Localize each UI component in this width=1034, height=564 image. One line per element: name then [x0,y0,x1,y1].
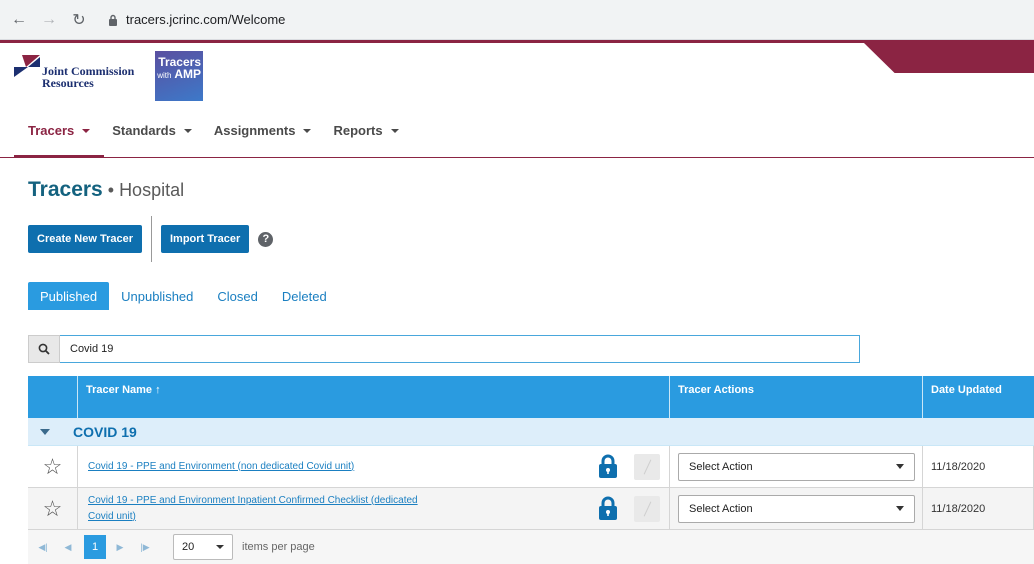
tab-published[interactable]: Published [28,282,110,310]
help-icon[interactable]: ? [258,231,274,247]
chevron-down-icon [183,128,192,133]
table-row: ☆ Covid 19 - PPE and Environment Inpatie… [28,488,1034,530]
search-bar: Covid 19 [28,335,860,363]
action-bar: Create New Tracer Import Tracer ? [28,216,274,262]
joint-commission-logo[interactable]: Joint Commission Resources [14,55,134,89]
secure-lock-icon [109,14,117,26]
header-date-updated[interactable]: Date Updated [923,376,1034,418]
page-title-main: Tracers [28,178,103,201]
tracer-link[interactable]: Covid 19 - PPE and Environment (non dedi… [88,459,438,475]
per-page-dropdown[interactable]: 20 [173,534,233,560]
edit-pencil-icon [634,496,660,522]
nav-reports[interactable]: Reports [333,104,399,157]
search-button[interactable] [28,335,60,363]
chevron-down-icon [216,545,224,549]
favorite-star-icon[interactable]: ☆ [28,488,78,529]
divider [151,216,152,262]
per-page-label: items per page [242,541,315,553]
edit-pencil-icon [634,454,660,480]
tracer-action-cell: Select Action [670,446,923,487]
title-separator: • [107,180,115,200]
date-updated-cell: 11/18/2020 [923,488,1034,529]
pagination: ◀| ◀ 1 ▶ |▶ 20 items per page [28,530,1034,564]
chevron-down-icon [82,128,91,133]
chevron-down-icon [896,506,904,511]
brand-header: Joint Commission Resources Tracers with … [0,40,1034,104]
header-favorite [28,376,78,418]
browser-toolbar: ← → ↻ tracers.jcrinc.com/Welcome [0,0,1034,40]
import-tracer-button[interactable]: Import Tracer [161,225,250,253]
tracer-table: Tracer Name ↑ Tracer Actions Date Update… [28,376,1034,564]
lock-icon[interactable] [598,454,618,478]
nav-reports-label: Reports [333,123,383,138]
next-page-icon[interactable]: ▶ [109,535,131,559]
header-tracer-name-label: Tracer Name [86,384,153,396]
jcr-mark-icon [14,55,40,77]
prev-page-icon[interactable]: ◀ [57,535,79,559]
first-page-icon[interactable]: ◀| [32,535,54,559]
select-action-label: Select Action [689,460,753,473]
group-row[interactable]: COVID 19 [28,418,1034,446]
chevron-down-icon [303,128,312,133]
select-action-dropdown[interactable]: Select Action [678,452,915,481]
tracer-link[interactable]: Covid 19 - PPE and Environment Inpatient… [88,493,438,525]
create-new-tracer-button[interactable]: Create New Tracer [28,225,142,253]
nav-standards-label: Standards [112,123,176,138]
status-tabs: Published Unpublished Closed Deleted [28,282,339,310]
favorite-star-icon[interactable]: ☆ [28,446,78,487]
header-tracer-actions[interactable]: Tracer Actions [670,376,923,418]
brand-stripe [864,43,1034,73]
tracer-action-cell: Select Action [670,488,923,529]
collapse-icon[interactable] [40,428,50,435]
nav-tracers[interactable]: Tracers [13,104,105,158]
nav-assignments-label: Assignments [213,123,296,138]
tab-closed[interactable]: Closed [205,282,269,310]
nav-standards[interactable]: Standards [112,104,192,157]
amp-line2: AMP [174,67,201,81]
header-tracer-name[interactable]: Tracer Name ↑ [78,376,670,418]
date-updated-cell: 11/18/2020 [923,446,1034,487]
reload-icon[interactable]: ↻ [68,9,90,31]
lock-icon[interactable] [598,496,618,520]
amp-prefix: with [157,71,172,80]
page-subtitle: Hospital [119,180,185,200]
tracer-name-cell: Covid 19 - PPE and Environment (non dedi… [78,446,670,487]
per-page-value: 20 [182,541,195,553]
nav-assignments[interactable]: Assignments [214,104,312,157]
tab-deleted[interactable]: Deleted [270,282,339,310]
last-page-icon[interactable]: |▶ [134,535,156,559]
page-number-button[interactable]: 1 [84,535,106,559]
main-nav: Tracers Standards Assignments Reports [0,104,1034,158]
tab-unpublished[interactable]: Unpublished [109,282,205,310]
chevron-down-icon [896,464,904,469]
forward-icon[interactable]: → [38,9,60,31]
group-label: COVID 19 [73,423,137,440]
tracer-name-cell: Covid 19 - PPE and Environment Inpatient… [78,488,670,529]
select-action-dropdown[interactable]: Select Action [678,494,915,523]
sort-asc-icon: ↑ [155,384,161,396]
jc-line2: Resources [42,76,94,90]
table-header: Tracer Name ↑ Tracer Actions Date Update… [28,376,1034,418]
search-input[interactable]: Covid 19 [60,335,860,363]
tracers-amp-logo[interactable]: Tracers with AMP [155,51,203,101]
chevron-down-icon [390,128,399,133]
nav-tracers-label: Tracers [28,123,75,138]
url-text: tracers.jcrinc.com/Welcome [126,12,286,27]
page-title: Tracers • Hospital [28,178,184,202]
search-icon [38,343,50,355]
address-bar[interactable]: tracers.jcrinc.com/Welcome [98,6,295,34]
back-icon[interactable]: ← [8,9,30,31]
select-action-label: Select Action [689,502,753,515]
table-row: ☆ Covid 19 - PPE and Environment (non de… [28,446,1034,488]
